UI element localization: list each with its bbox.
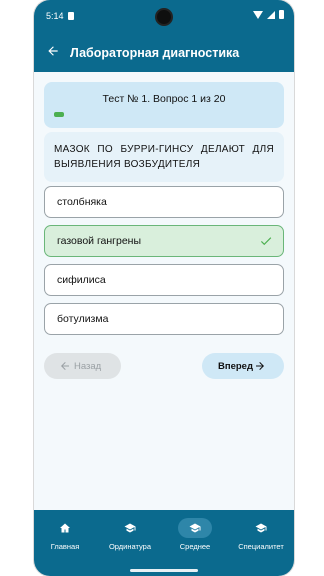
check-icon bbox=[260, 237, 272, 246]
question-counter: Тест № 1. Вопрос 1 из 20 bbox=[102, 93, 226, 105]
graduation-cap-icon bbox=[189, 523, 201, 533]
test-header: Тест № 1. Вопрос 1 из 20 bbox=[44, 82, 284, 128]
back-button[interactable]: Назад bbox=[44, 353, 121, 379]
answer-label: ботулизма bbox=[57, 313, 109, 325]
signal-icon bbox=[267, 10, 275, 19]
nav-item-residency[interactable]: Ординатура bbox=[99, 518, 161, 551]
answer-option[interactable]: ботулизма bbox=[44, 303, 284, 335]
nav-label: Главная bbox=[50, 542, 80, 551]
answer-option[interactable]: столбняка bbox=[44, 186, 284, 218]
arrow-right-icon bbox=[256, 362, 264, 370]
battery-icon bbox=[279, 10, 284, 19]
nav-item-home[interactable]: Главная bbox=[34, 518, 96, 551]
nav-icon-wrap-active bbox=[178, 518, 212, 538]
answer-label: столбняка bbox=[57, 196, 107, 208]
nav-item-secondary[interactable]: Среднее bbox=[164, 518, 226, 551]
status-icons bbox=[253, 10, 284, 19]
question-text: МАЗОК ПО БУРРИ-ГИНСУ ДЕЛАЮТ ДЛЯ ВЫЯВЛЕНИ… bbox=[44, 132, 284, 182]
answer-label: сифилиса bbox=[57, 274, 106, 286]
arrow-left-icon bbox=[61, 362, 69, 370]
app-bar: Лабораторная диагностика bbox=[34, 34, 294, 72]
camera-cutout bbox=[155, 8, 173, 26]
top-bar: 5:14 Лабораторная диагностика bbox=[34, 0, 294, 72]
nav-icon-wrap bbox=[48, 518, 82, 538]
next-button[interactable]: Вперед bbox=[202, 353, 284, 379]
gesture-home-bar[interactable] bbox=[130, 569, 198, 572]
status-bar: 5:14 bbox=[34, 0, 294, 34]
question-navigation: Назад Вперед bbox=[34, 353, 294, 379]
progress-bar bbox=[54, 112, 64, 117]
page-title: Лабораторная диагностика bbox=[70, 46, 240, 60]
sd-card-icon bbox=[68, 12, 74, 20]
phone-screen: 5:14 Лабораторная диагностика Тест № 1. … bbox=[34, 0, 294, 576]
nav-label: Специалитет bbox=[238, 542, 284, 551]
nav-icon-wrap bbox=[244, 518, 278, 538]
nav-label: Среднее bbox=[179, 542, 211, 551]
arrow-back-icon[interactable] bbox=[46, 44, 60, 58]
nav-label: Ординатура bbox=[108, 542, 152, 551]
answer-option[interactable]: сифилиса bbox=[44, 264, 284, 296]
bottom-navigation: Главная Ординатура Среднее Специалитет bbox=[34, 510, 294, 576]
next-button-label: Вперед bbox=[218, 360, 253, 372]
nav-icon-wrap bbox=[113, 518, 147, 538]
answer-option-correct[interactable]: газовой гангрены bbox=[44, 225, 284, 257]
nav-item-specialty[interactable]: Специалитет bbox=[230, 518, 292, 551]
graduation-cap-icon bbox=[255, 523, 267, 533]
status-time: 5:14 bbox=[46, 11, 64, 21]
answer-list: столбняка газовой гангрены сифилиса боту… bbox=[44, 186, 284, 335]
home-icon bbox=[60, 523, 70, 533]
back-button-label: Назад bbox=[74, 360, 102, 372]
answer-label: газовой гангрены bbox=[57, 235, 142, 247]
wifi-icon bbox=[253, 10, 263, 19]
graduation-cap-icon bbox=[124, 523, 136, 533]
